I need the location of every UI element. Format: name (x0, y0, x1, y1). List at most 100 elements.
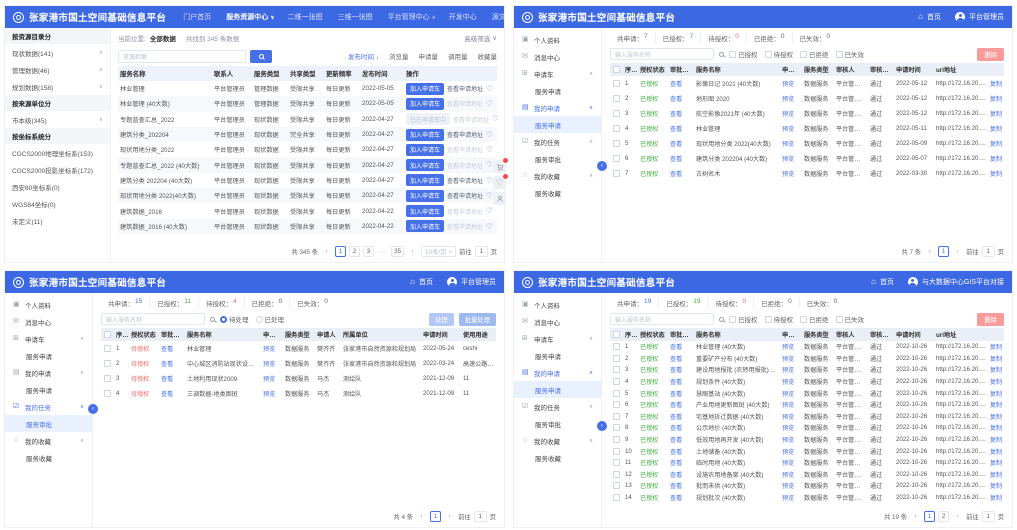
add-to-cart-button[interactable]: 加入申请车 (406, 98, 444, 110)
preview-link[interactable]: 预览 (780, 154, 802, 163)
service-name[interactable]: 现状用地分类 2022(40大数) (118, 191, 212, 200)
add-to-cart-button[interactable]: 已在申请车中 (406, 113, 450, 125)
sidebar-item[interactable]: CGCS2000投影坐标系(172) (5, 161, 110, 178)
copy-link[interactable]: 复制 (990, 94, 1002, 103)
row-checkbox[interactable] (613, 125, 620, 132)
column-header[interactable]: 审批流程 (668, 65, 694, 74)
column-header[interactable]: 服务名称 (118, 69, 212, 78)
search-input[interactable]: 输入服务名称 (610, 48, 714, 60)
view-flow-link[interactable]: 查看 (668, 354, 694, 363)
batch-handle-button[interactable]: 批量处理 (459, 313, 496, 326)
cart-button[interactable] (493, 160, 506, 173)
copy-link[interactable]: 复制 (990, 124, 1002, 133)
filter-checkbox[interactable]: 已拒绝 (800, 314, 829, 324)
row-checkbox[interactable] (613, 424, 620, 431)
sidebar-item[interactable]: 现状数据(141) ∨ (5, 44, 110, 61)
prev-page-button[interactable]: ‹ (321, 246, 332, 257)
sidebar-item[interactable]: WGS84坐标(0) (5, 195, 110, 212)
filter-radio[interactable]: 已处理 (256, 314, 285, 324)
preview-link[interactable]: 预览 (780, 139, 802, 148)
avatar[interactable] (908, 277, 918, 287)
delete-button[interactable]: 删除 (977, 313, 1004, 326)
view-address-link[interactable]: 查看申请地址 (447, 207, 483, 216)
column-header[interactable]: 申请时间 (894, 65, 934, 74)
column-header[interactable]: 审批流程 (159, 330, 185, 339)
user-name[interactable]: 平台管理员 (461, 277, 496, 287)
preview-link[interactable]: 预览 (261, 359, 283, 368)
preview-link[interactable]: 预览 (780, 423, 802, 432)
view-address-link[interactable]: 查看申请地址 (453, 115, 489, 124)
copy-link[interactable]: 复制 (990, 435, 1002, 444)
column-header[interactable]: 更新频率 (324, 69, 360, 78)
add-to-cart-button[interactable]: 加入申请车 (406, 144, 444, 156)
preview-link[interactable]: 预览 (780, 365, 802, 374)
sidebar-item[interactable]: 按来源单位分 (5, 95, 110, 111)
prev-page-button[interactable]: ‹ (924, 246, 935, 257)
search-icon[interactable] (719, 317, 724, 322)
sidebar-item[interactable]: ☆ 我的收藏 ∧ (5, 432, 92, 449)
advanced-filter-toggle[interactable]: 高级筛选∨ (464, 33, 497, 43)
page-size-select[interactable]: 10条/页∨ (421, 246, 456, 257)
page-button[interactable]: 2 (349, 246, 360, 257)
column-header[interactable]: 审核人 (834, 330, 868, 339)
row-checkbox[interactable] (613, 110, 620, 117)
row-checkbox[interactable] (613, 355, 620, 362)
copy-link[interactable]: 复制 (990, 354, 1002, 363)
row-checkbox[interactable] (613, 482, 620, 489)
filter-checkbox[interactable]: 待授权 (765, 49, 794, 59)
column-header[interactable]: 申请人 (315, 330, 341, 339)
favorite-heart-icon[interactable]: ♡ (486, 161, 493, 169)
filter-radio[interactable]: 待处理 (220, 314, 249, 324)
filter-checkbox[interactable]: 已拒绝 (800, 49, 829, 59)
sidebar-item[interactable]: 按坐标系统分 (5, 128, 110, 144)
service-name[interactable]: 专题普查汇总_2022 (40大数) (118, 161, 212, 170)
handle-button[interactable]: 处理 (429, 313, 454, 326)
sidebar-item[interactable]: ✉ 消息中心 (514, 313, 601, 330)
column-header[interactable]: 审批流程 (668, 330, 694, 339)
filter-checkbox[interactable]: 已失效 (836, 49, 865, 59)
view-flow-link[interactable]: 查看 (668, 470, 694, 479)
sidebar-item[interactable]: ▤ 我的申请 ∧ (514, 99, 601, 116)
sidebar-item[interactable]: 服务申请 (514, 116, 601, 133)
view-flow-link[interactable]: 查看 (668, 169, 694, 178)
column-header[interactable]: 联系人 (212, 69, 252, 78)
select-all-checkbox[interactable] (613, 331, 620, 338)
sidebar-item[interactable]: 服务收藏 (514, 449, 601, 466)
sidebar-item[interactable]: ▣ 个人资料 (514, 296, 601, 313)
select-all-checkbox[interactable] (613, 66, 620, 73)
service-name[interactable]: 林业管理 (40大数) (118, 99, 212, 108)
sidebar-item[interactable]: ▣ 个人资料 (5, 296, 92, 313)
sidebar-item[interactable]: ⊞ 申请车 ∧ (5, 330, 92, 347)
column-header[interactable]: 服务名称 (694, 330, 780, 339)
copy-link[interactable]: 复制 (990, 154, 1002, 163)
row-checkbox[interactable] (613, 494, 620, 501)
view-flow-link[interactable]: 查看 (159, 389, 185, 398)
view-address-link[interactable]: 查看申请地址 (447, 176, 483, 185)
column-header[interactable]: 服务类型 (252, 69, 288, 78)
column-header[interactable]: 服务名称 (694, 65, 780, 74)
view-flow-link[interactable]: 查看 (668, 124, 694, 133)
row-checkbox[interactable] (613, 401, 620, 408)
row-checkbox[interactable] (613, 436, 620, 443)
next-page-button[interactable]: › (407, 246, 418, 257)
sidebar-item[interactable]: ☑ 我的任务 ∧ (514, 398, 601, 415)
view-flow-link[interactable]: 查看 (668, 435, 694, 444)
row-checkbox[interactable] (104, 375, 111, 382)
copy-link[interactable]: 复制 (990, 79, 1002, 88)
nav-item[interactable]: 二维一张图 (288, 12, 325, 22)
page-button[interactable]: 1 (430, 511, 441, 522)
search-icon[interactable] (210, 317, 215, 322)
sidebar-item[interactable]: 服务收藏 (514, 184, 601, 201)
preview-link[interactable]: 预览 (261, 374, 283, 383)
avatar[interactable] (447, 277, 457, 287)
sidebar-item[interactable]: ☑ 我的任务 ∧ (514, 133, 601, 150)
nav-item[interactable]: 开发中心 (449, 12, 479, 22)
sort-option[interactable]: 浏览量 (389, 51, 409, 61)
nav-item[interactable]: 源文件管理中心 (492, 12, 509, 22)
sort-option[interactable]: 申请量 (419, 51, 439, 61)
view-flow-link[interactable]: 查看 (668, 365, 694, 374)
prev-page-button[interactable]: ‹ (416, 511, 427, 522)
service-name[interactable]: 建筑分类 202204 (40大数) (118, 176, 212, 185)
prev-page-button[interactable]: ‹ (910, 511, 921, 522)
sidebar-item[interactable]: 服务申请 (514, 82, 601, 99)
